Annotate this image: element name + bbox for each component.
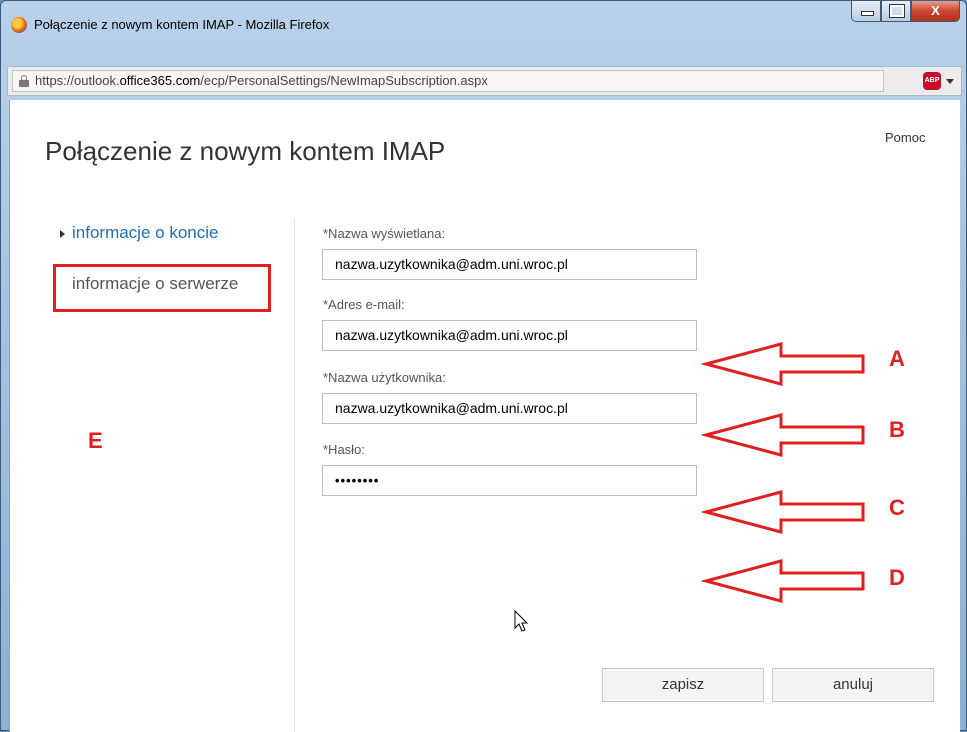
email-label: *Adres e-mail: <box>323 297 405 312</box>
email-input[interactable]: nazwa.uzytkownika@adm.uni.wroc.pl <box>322 320 697 351</box>
nav-item-label: informacje o koncie <box>72 223 219 242</box>
url-bar: https://outlook.office365.com/ecp/Person… <box>7 66 962 96</box>
divider <box>294 218 295 732</box>
save-button[interactable]: zapisz <box>602 668 764 702</box>
password-input[interactable]: •••••••• <box>322 465 697 496</box>
browser-window: Połączenie z nowym kontem IMAP - Mozilla… <box>0 0 967 732</box>
address-field[interactable]: https://outlook.office365.com/ecp/Person… <box>12 70 884 92</box>
password-label: *Hasło: <box>323 442 365 457</box>
annotation-letter-b: B <box>889 417 905 442</box>
adblock-icon[interactable]: ABP <box>923 72 941 90</box>
page-title: Połączenie z nowym kontem IMAP <box>45 136 446 166</box>
maximize-button[interactable] <box>881 1 911 22</box>
help-link[interactable]: Pomoc <box>885 130 925 145</box>
annotation-letter-d: D <box>889 565 905 590</box>
url-prefix: https://outlook. <box>35 73 120 88</box>
url-host: office365.com <box>119 73 201 88</box>
window-title: Połączenie z nowym kontem IMAP - Mozilla… <box>34 17 330 32</box>
triangle-right-icon <box>60 229 65 238</box>
close-button[interactable]: X <box>911 1 960 22</box>
annotation-letter-c: C <box>889 495 905 520</box>
minimize-icon <box>861 11 874 16</box>
close-icon: X <box>931 3 940 18</box>
annotation-letter-a: A <box>889 346 905 371</box>
window-controls: X <box>851 1 960 22</box>
cancel-button[interactable]: anuluj <box>772 668 934 702</box>
mouse-cursor-icon <box>514 610 529 632</box>
page-content: Połączenie z nowym kontem IMAP Pomoc inf… <box>9 100 960 732</box>
display-name-input[interactable]: nazwa.uzytkownika@adm.uni.wroc.pl <box>322 249 697 280</box>
firefox-icon <box>11 17 27 33</box>
chevron-down-icon[interactable] <box>946 79 954 84</box>
lock-icon <box>19 75 29 87</box>
url-path: /ecp/PersonalSettings/NewImapSubscriptio… <box>200 73 488 88</box>
minimize-button[interactable] <box>851 1 881 22</box>
username-label: *Nazwa użytkownika: <box>323 370 446 385</box>
nav-item-account-info[interactable]: informacje o koncie <box>60 223 218 243</box>
maximize-icon <box>889 4 905 18</box>
annotation-highlight-box <box>53 264 271 312</box>
display-name-label: *Nazwa wyświetlana: <box>323 226 446 241</box>
title-bar: Połączenie z nowym kontem IMAP - Mozilla… <box>1 1 966 47</box>
annotation-letter-e: E <box>88 428 103 453</box>
username-input[interactable]: nazwa.uzytkownika@adm.uni.wroc.pl <box>322 393 697 424</box>
